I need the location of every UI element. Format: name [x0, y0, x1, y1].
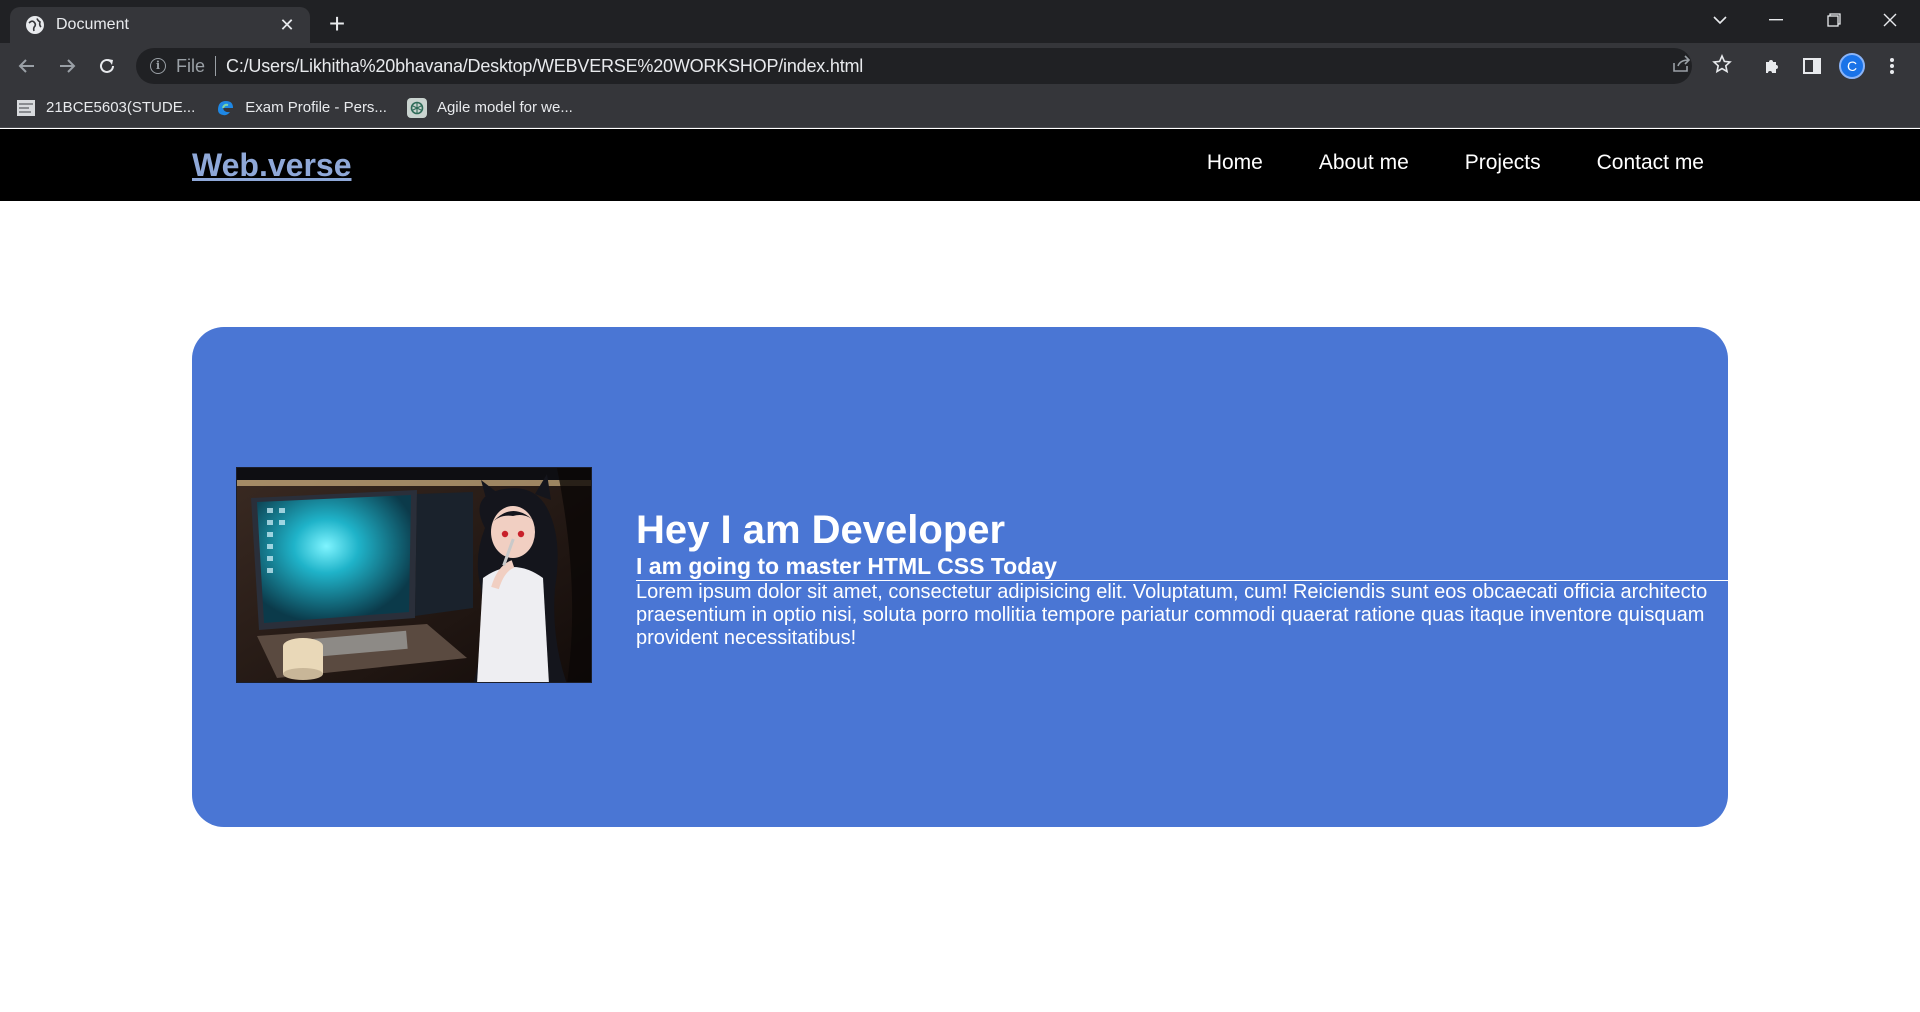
nav-links: Home About me Projects Contact me	[1151, 151, 1704, 175]
back-button[interactable]	[10, 49, 44, 83]
site-navbar: Web.verse Home About me Projects Contact…	[0, 129, 1920, 201]
address-bar[interactable]: i File C:/Users/Likhitha%20bhavana/Deskt…	[136, 48, 1692, 84]
nav-contact[interactable]: Contact me	[1597, 151, 1704, 175]
hero-text: Hey I am Developer I am going to master …	[636, 507, 1728, 650]
bookmark-label: Agile model for we...	[436, 99, 573, 116]
extensions-icon[interactable]	[1756, 50, 1788, 82]
hero-paragraph: Lorem ipsum dolor sit amet, consectetur …	[636, 581, 1708, 649]
close-tab-icon[interactable]: ✕	[276, 15, 298, 36]
hero-image	[236, 467, 592, 683]
bookmark-item[interactable]: Agile model for we...	[406, 97, 573, 118]
nav-home[interactable]: Home	[1207, 151, 1263, 175]
edge-icon	[215, 98, 235, 118]
reload-button[interactable]	[90, 49, 124, 83]
address-url[interactable]: C:/Users/Likhitha%20bhavana/Desktop/WEBV…	[226, 56, 863, 77]
new-tab-button[interactable]: +	[322, 9, 352, 39]
bookmark-label: 21BCE5603(STUDE...	[46, 99, 196, 116]
minimize-button[interactable]	[1753, 0, 1799, 40]
side-panel-icon[interactable]	[1796, 50, 1828, 82]
nav-about[interactable]: About me	[1319, 151, 1409, 175]
bookmark-item[interactable]: 21BCE5603(STUDE...	[16, 98, 195, 118]
address-scheme: File	[176, 55, 206, 76]
document-icon	[16, 98, 36, 118]
nav-projects[interactable]: Projects	[1465, 151, 1541, 175]
menu-icon[interactable]	[1876, 50, 1908, 82]
tab-search-icon[interactable]	[1697, 0, 1743, 40]
globe-icon	[26, 16, 44, 34]
hero-heading: Hey I am Developer	[636, 508, 1006, 552]
chatgpt-icon	[406, 97, 427, 118]
bookmark-star-icon[interactable]	[1707, 49, 1737, 79]
tab-strip: Document ✕ +	[0, 0, 1920, 43]
hero-card: Hey I am Developer I am going to master …	[192, 327, 1728, 827]
bookmarks-bar: 21BCE5603(STUDE... Exam Profile - Pers..…	[0, 88, 1920, 128]
address-separator	[215, 56, 217, 76]
restore-button[interactable]	[1811, 0, 1857, 40]
bookmark-item[interactable]: Exam Profile - Pers...	[215, 98, 387, 118]
bookmark-label: Exam Profile - Pers...	[245, 99, 387, 116]
page-content: Web.verse Home About me Projects Contact…	[0, 129, 1920, 1012]
info-icon[interactable]: i	[150, 58, 166, 74]
hero-subheading: I am going to master HTML CSS Today	[636, 553, 1728, 581]
site-logo[interactable]: Web.verse	[192, 147, 352, 184]
share-icon[interactable]	[1667, 49, 1697, 79]
browser-tab[interactable]: Document ✕	[10, 7, 310, 43]
close-window-button[interactable]	[1867, 0, 1913, 40]
avatar: C	[1839, 53, 1865, 79]
forward-button[interactable]	[50, 49, 84, 83]
tab-title: Document	[56, 16, 129, 33]
profile-button[interactable]: C	[1836, 50, 1868, 82]
browser-toolbar: i File C:/Users/Likhitha%20bhavana/Deskt…	[0, 43, 1920, 88]
